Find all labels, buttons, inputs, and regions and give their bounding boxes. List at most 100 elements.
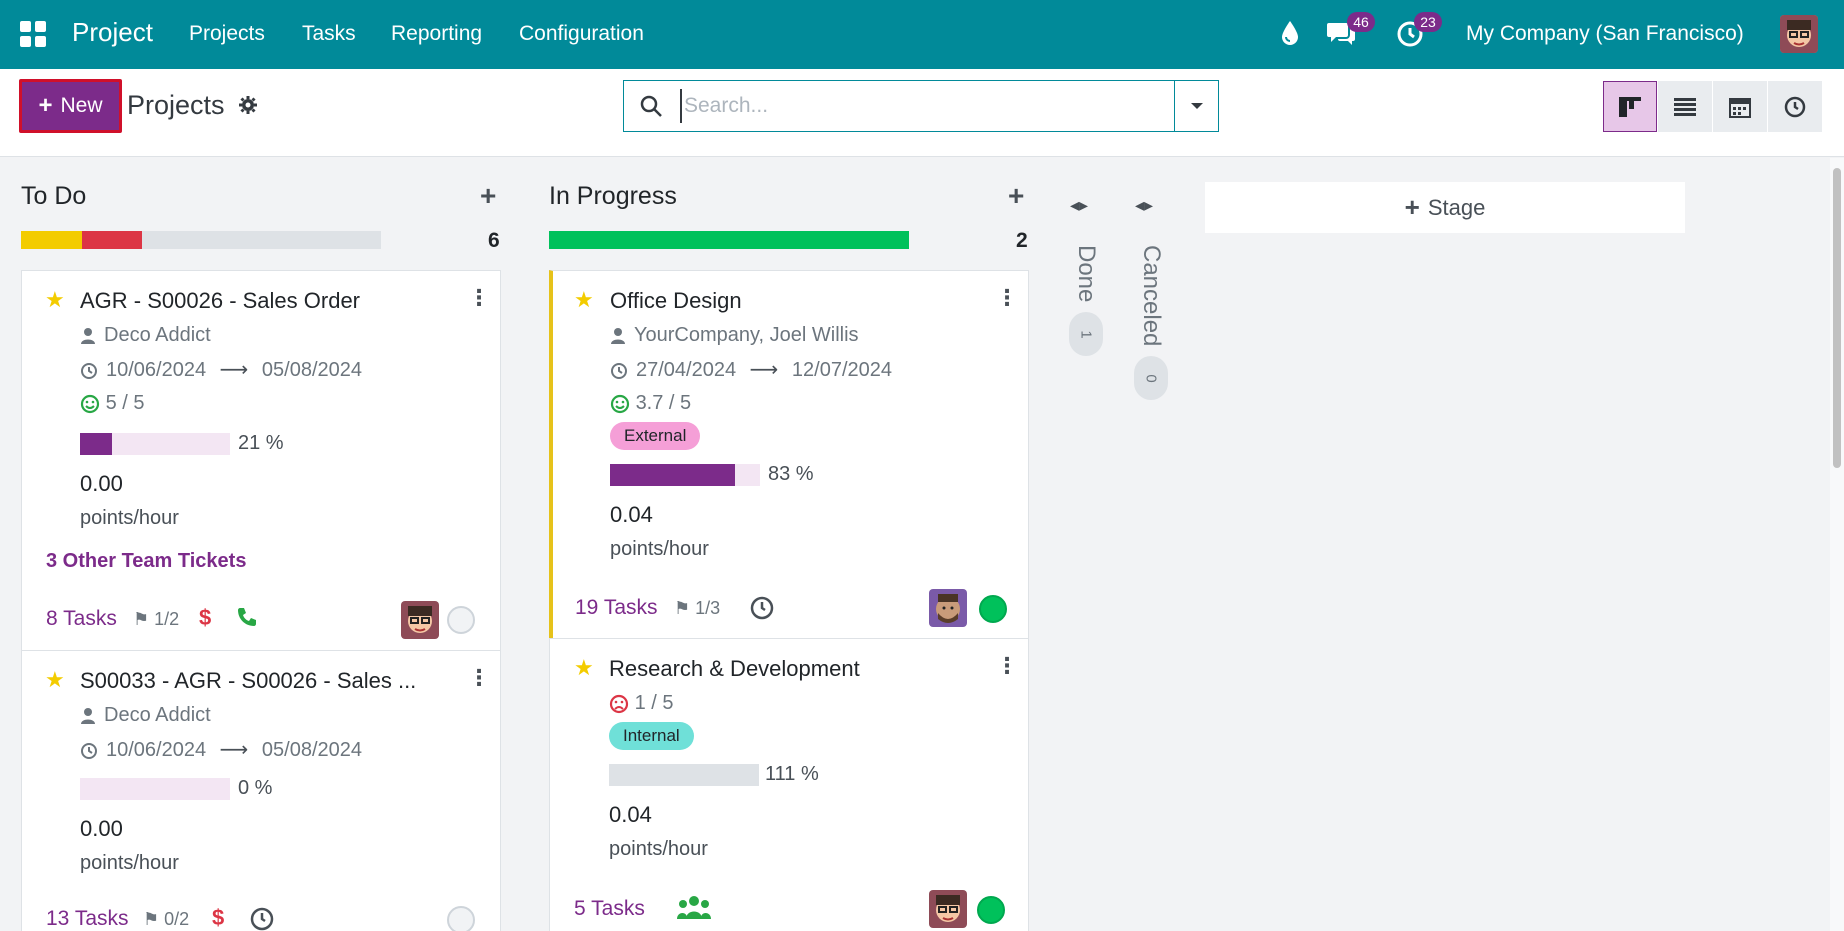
progress-percent: 83 %: [768, 463, 814, 485]
activities-badge: 23: [1414, 12, 1442, 32]
activity-view-button[interactable]: [1768, 81, 1822, 132]
project-progress-bar: [80, 433, 230, 455]
project-card[interactable]: ★ Research & Development ⋮ 1 / 5 Interna…: [549, 638, 1029, 931]
favorite-star-icon[interactable]: ★: [45, 287, 65, 313]
new-project-button[interactable]: + New: [19, 79, 122, 133]
list-view-button[interactable]: [1658, 81, 1712, 132]
page-scrollbar[interactable]: [1830, 158, 1844, 931]
column-title-todo: To Do: [21, 182, 87, 210]
menu-tasks[interactable]: Tasks: [302, 22, 356, 46]
milestones: ⚑ 1/3: [674, 598, 721, 618]
customer: Deco Addict: [80, 704, 211, 727]
company-switcher[interactable]: My Company (San Francisco): [1466, 22, 1744, 46]
column-add-todo-icon[interactable]: +: [480, 180, 496, 212]
flag-icon: ⚑: [133, 609, 150, 629]
folded-title-canceled: Canceled: [1138, 245, 1165, 347]
folded-column-done[interactable]: Done 1: [1068, 245, 1104, 357]
card-menu-icon[interactable]: ⋮: [468, 285, 490, 311]
apps-menu-icon[interactable]: [20, 21, 46, 47]
kanban-view-button[interactable]: [1603, 81, 1657, 132]
person-icon: [611, 327, 625, 344]
dollar-icon[interactable]: $: [212, 905, 224, 931]
status-indicator[interactable]: [447, 906, 475, 931]
arrow-right-icon: ⟶: [219, 739, 249, 761]
arrow-right-icon: ⟶: [219, 359, 249, 381]
card-menu-icon[interactable]: ⋮: [996, 653, 1018, 679]
folded-count-done: 1: [1069, 312, 1103, 357]
activity-clock-icon[interactable]: [250, 907, 274, 931]
card-menu-icon[interactable]: ⋮: [996, 285, 1018, 311]
top-navbar: Project Projects Tasks Reporting Configu…: [0, 0, 1844, 69]
tasks-link[interactable]: 8 Tasks: [46, 607, 117, 631]
project-progress-bar: [80, 778, 230, 800]
calendar-icon: [1729, 97, 1751, 118]
metric-unit: points/hour: [80, 852, 179, 874]
favorite-star-icon[interactable]: ★: [574, 287, 594, 313]
status-indicator[interactable]: [447, 606, 475, 634]
tasks-link[interactable]: 5 Tasks: [574, 897, 645, 921]
status-indicator[interactable]: [979, 595, 1007, 623]
progress-percent: 0 %: [238, 777, 273, 799]
project-card[interactable]: ★ S00033 - AGR - S00026 - Sales ... ⋮ De…: [21, 650, 501, 931]
favorite-star-icon[interactable]: ★: [45, 667, 65, 693]
manager-avatar[interactable]: [401, 601, 439, 639]
progress-segment-danger[interactable]: [82, 231, 142, 249]
app-brand[interactable]: Project: [72, 17, 153, 48]
progress-segment-warning[interactable]: [21, 231, 82, 249]
column-title-in-progress: In Progress: [549, 182, 677, 210]
water-drop-icon[interactable]: [1280, 20, 1300, 51]
flag-icon: ⚑: [143, 909, 160, 929]
flag-icon: ⚑: [674, 598, 691, 618]
column-count-todo: 6: [488, 229, 500, 252]
smile-icon: [610, 394, 630, 413]
menu-projects[interactable]: Projects: [189, 22, 265, 46]
project-card[interactable]: ★ Office Design ⋮ YourCompany, Joel Will…: [549, 270, 1029, 640]
other-team-tickets-link[interactable]: 3 Other Team Tickets: [46, 550, 246, 573]
search-icon: [639, 94, 663, 123]
menu-configuration[interactable]: Configuration: [519, 22, 644, 46]
column-progress-todo[interactable]: [21, 231, 381, 249]
project-title: Research & Development: [609, 656, 860, 681]
tasks-link[interactable]: 13 Tasks: [46, 907, 129, 931]
activity-clock-icon[interactable]: [750, 596, 774, 625]
expand-done-icon[interactable]: ◂▸: [1070, 195, 1088, 216]
search-options-toggle[interactable]: [1174, 81, 1218, 131]
project-progress-bar: [609, 764, 759, 786]
team-icon[interactable]: [677, 895, 711, 926]
calendar-view-button[interactable]: [1713, 81, 1767, 132]
phone-icon[interactable]: [236, 606, 258, 633]
tasks-link[interactable]: 19 Tasks: [575, 596, 658, 620]
add-stage-button[interactable]: + Stage: [1205, 182, 1685, 233]
column-progress-in-progress[interactable]: [549, 231, 909, 249]
rating: 1 / 5: [609, 692, 673, 715]
plus-icon: +: [38, 92, 53, 119]
dollar-icon[interactable]: $: [199, 605, 211, 631]
metric-value: 0.00: [80, 816, 123, 841]
project-title: AGR - S00026 - Sales Order: [80, 288, 361, 313]
menu-reporting[interactable]: Reporting: [391, 22, 482, 46]
search-bar: [623, 80, 1219, 132]
metric-value: 0.00: [80, 471, 123, 496]
project-card[interactable]: ★ AGR - S00026 - Sales Order ⋮ Deco Addi…: [21, 270, 501, 651]
card-menu-icon[interactable]: ⋮: [468, 665, 490, 691]
search-input[interactable]: [680, 89, 1170, 123]
expand-canceled-icon[interactable]: ◂▸: [1135, 195, 1153, 216]
gear-icon[interactable]: [238, 95, 258, 120]
tag-internal: Internal: [609, 722, 694, 750]
column-count-in-progress: 2: [1016, 229, 1028, 252]
column-add-in-progress-icon[interactable]: +: [1008, 180, 1024, 212]
person-icon: [81, 707, 95, 724]
frown-icon: [609, 694, 629, 713]
favorite-star-icon[interactable]: ★: [574, 655, 594, 681]
manager-avatar[interactable]: [929, 589, 967, 627]
folded-column-canceled[interactable]: Canceled 0: [1133, 245, 1169, 401]
messages-badge: 46: [1347, 12, 1375, 32]
clock-icon: [81, 362, 97, 379]
caret-down-icon: [1190, 103, 1203, 109]
status-indicator[interactable]: [977, 896, 1005, 924]
manager-avatar[interactable]: [929, 890, 967, 928]
clock-icon: [611, 362, 627, 379]
user-avatar[interactable]: [1780, 15, 1818, 53]
rating: 5 / 5: [80, 392, 144, 415]
folded-count-canceled: 0: [1134, 356, 1168, 401]
